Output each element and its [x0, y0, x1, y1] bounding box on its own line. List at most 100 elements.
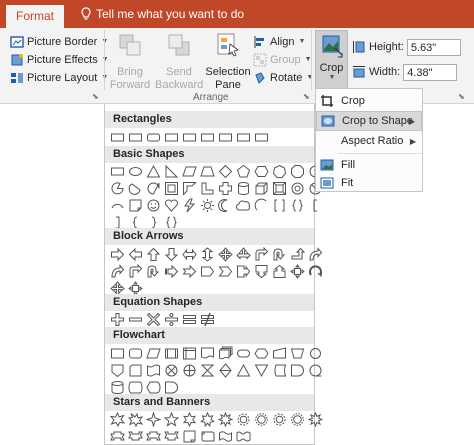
shape-option-icon[interactable]: [218, 247, 233, 262]
shape-option-icon[interactable]: [146, 130, 161, 145]
shape-option-icon[interactable]: [272, 412, 287, 427]
shape-option-icon[interactable]: [254, 198, 269, 213]
shape-option-icon[interactable]: [218, 198, 233, 213]
height-input[interactable]: 5.63": [406, 38, 461, 56]
shape-option-icon[interactable]: [110, 346, 125, 361]
dialog-launcher-icon[interactable]: ⬊: [303, 92, 310, 101]
selection-pane-button[interactable]: Selection Pane: [205, 32, 251, 92]
shape-option-icon[interactable]: [236, 363, 251, 378]
picture-border-button[interactable]: Picture Border▼: [10, 33, 108, 50]
shape-option-icon[interactable]: [272, 198, 287, 213]
shape-option-icon[interactable]: [200, 363, 215, 378]
shape-option-icon[interactable]: [164, 247, 179, 262]
shape-option-icon[interactable]: [182, 198, 197, 213]
shape-option-icon[interactable]: [272, 247, 287, 262]
shape-option-icon[interactable]: [164, 130, 179, 145]
shape-option-icon[interactable]: [254, 363, 269, 378]
shape-option-icon[interactable]: [236, 130, 251, 145]
shape-option-icon[interactable]: [182, 363, 197, 378]
shape-option-icon[interactable]: [308, 346, 323, 361]
shape-option-icon[interactable]: [146, 247, 161, 262]
shape-option-icon[interactable]: [272, 346, 287, 361]
crop-menu-item-fit[interactable]: Fit: [316, 173, 422, 193]
rotate-button[interactable]: Rotate ▼: [253, 69, 313, 86]
shape-option-icon[interactable]: [200, 312, 215, 327]
shape-option-icon[interactable]: [128, 130, 143, 145]
shape-option-icon[interactable]: [146, 264, 161, 279]
shape-option-icon[interactable]: [200, 247, 215, 262]
shape-option-icon[interactable]: [146, 312, 161, 327]
shape-option-icon[interactable]: [164, 380, 179, 395]
shape-option-icon[interactable]: [128, 412, 143, 427]
shape-option-icon[interactable]: [218, 429, 233, 444]
shape-option-icon[interactable]: [218, 181, 233, 196]
shape-option-icon[interactable]: [254, 412, 269, 427]
shape-option-icon[interactable]: [110, 264, 125, 279]
shape-option-icon[interactable]: [236, 346, 251, 361]
shape-option-icon[interactable]: [290, 247, 305, 262]
shape-option-icon[interactable]: [290, 412, 305, 427]
shape-option-icon[interactable]: [146, 363, 161, 378]
shape-option-icon[interactable]: [128, 312, 143, 327]
shape-option-icon[interactable]: [128, 429, 143, 444]
dialog-launcher-icon[interactable]: ⬊: [458, 92, 465, 101]
shape-option-icon[interactable]: [200, 198, 215, 213]
shape-option-icon[interactable]: [236, 198, 251, 213]
dialog-launcher-icon[interactable]: ⬊: [92, 92, 99, 101]
shape-option-icon[interactable]: [110, 181, 125, 196]
shape-option-icon[interactable]: [164, 412, 179, 427]
shape-option-icon[interactable]: [308, 198, 323, 213]
shape-option-icon[interactable]: [290, 181, 305, 196]
shape-option-icon[interactable]: [272, 164, 287, 179]
picture-layout-button[interactable]: Picture Layout▼: [10, 69, 108, 86]
shape-option-icon[interactable]: [308, 264, 323, 279]
shape-option-icon[interactable]: [182, 130, 197, 145]
shape-option-icon[interactable]: [164, 312, 179, 327]
shape-option-icon[interactable]: [254, 346, 269, 361]
shape-option-icon[interactable]: [164, 181, 179, 196]
shape-option-icon[interactable]: [200, 264, 215, 279]
tell-me-search[interactable]: Tell me what you want to do: [80, 7, 244, 21]
shape-option-icon[interactable]: [308, 247, 323, 262]
shape-option-icon[interactable]: [182, 181, 197, 196]
shape-option-icon[interactable]: [128, 164, 143, 179]
shape-option-icon[interactable]: [164, 429, 179, 444]
shape-option-icon[interactable]: [182, 164, 197, 179]
shape-option-icon[interactable]: [182, 346, 197, 361]
shape-option-icon[interactable]: [128, 198, 143, 213]
shape-option-icon[interactable]: [236, 264, 251, 279]
shape-option-icon[interactable]: [128, 363, 143, 378]
crop-menu-item-fill[interactable]: Fill: [316, 155, 422, 175]
shape-option-icon[interactable]: [128, 181, 143, 196]
shape-option-icon[interactable]: [182, 264, 197, 279]
align-button[interactable]: Align ▼: [253, 33, 305, 50]
shape-option-icon[interactable]: [200, 181, 215, 196]
shape-option-icon[interactable]: [272, 181, 287, 196]
shape-option-icon[interactable]: [164, 363, 179, 378]
shape-option-icon[interactable]: [254, 164, 269, 179]
shape-option-icon[interactable]: [236, 429, 251, 444]
shape-option-icon[interactable]: [308, 363, 323, 378]
group-button[interactable]: Group ▼: [253, 51, 312, 68]
shape-option-icon[interactable]: [218, 346, 233, 361]
shape-option-icon[interactable]: [200, 164, 215, 179]
shape-option-icon[interactable]: [236, 181, 251, 196]
crop-menu-item-crop[interactable]: Crop: [316, 91, 422, 111]
shape-option-icon[interactable]: [146, 380, 161, 395]
shape-option-icon[interactable]: [236, 247, 251, 262]
shape-option-icon[interactable]: [164, 264, 179, 279]
bring-forward-button[interactable]: Bring Forward: [107, 32, 153, 92]
shape-option-icon[interactable]: [110, 164, 125, 179]
shape-option-icon[interactable]: [200, 412, 215, 427]
shape-option-icon[interactable]: [146, 412, 161, 427]
shape-option-icon[interactable]: [110, 247, 125, 262]
crop-button[interactable]: Crop ▼: [315, 30, 348, 92]
shape-option-icon[interactable]: [110, 363, 125, 378]
shape-option-icon[interactable]: [254, 247, 269, 262]
shape-option-icon[interactable]: [290, 346, 305, 361]
shape-option-icon[interactable]: [182, 412, 197, 427]
shape-option-icon[interactable]: [110, 429, 125, 444]
shape-option-icon[interactable]: [164, 198, 179, 213]
shape-option-icon[interactable]: [146, 346, 161, 361]
shape-option-icon[interactable]: [110, 130, 125, 145]
